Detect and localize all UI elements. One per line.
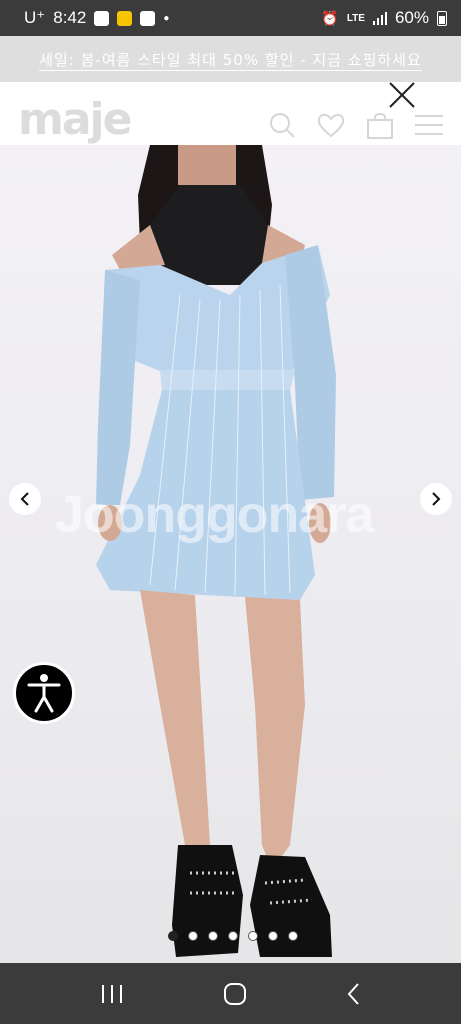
- product-image[interactable]: Joonggonara: [0, 145, 461, 963]
- promo-text[interactable]: 세일: 봄-여름 스타일 최대 50% 할인 - 지금 쇼핑하세요: [39, 49, 422, 70]
- pagination-dot[interactable]: [208, 931, 218, 941]
- clock: 8:42: [53, 8, 87, 27]
- signal-icon: [372, 12, 387, 25]
- home-icon[interactable]: [223, 982, 247, 1006]
- pagination-dot[interactable]: [268, 931, 278, 941]
- brand-logo[interactable]: maje: [18, 94, 132, 145]
- status-bar: U⁺ 8:42 ● ⏰ LTE 60%: [0, 0, 461, 36]
- network-type: LTE: [346, 12, 365, 24]
- carrier-label: U⁺: [24, 8, 46, 27]
- hamburger-menu-icon[interactable]: [415, 114, 443, 136]
- pagination-dot[interactable]: [288, 931, 298, 941]
- shopping-bag-icon[interactable]: [367, 111, 393, 139]
- message-notification-icon: [140, 10, 156, 26]
- previous-image-button[interactable]: [9, 483, 41, 515]
- accessibility-button[interactable]: [13, 662, 75, 724]
- model-illustration: [96, 145, 336, 957]
- pagination-dot[interactable]: [168, 931, 178, 941]
- pagination-dot[interactable]: [188, 931, 198, 941]
- chevron-left-icon: [20, 492, 29, 506]
- image-pagination: [168, 931, 298, 941]
- battery-percent: 60%: [394, 8, 429, 27]
- promo-banner[interactable]: 세일: 봄-여름 스타일 최대 50% 할인 - 지금 쇼핑하세요: [0, 36, 461, 82]
- close-icon[interactable]: [387, 80, 417, 110]
- back-icon[interactable]: [346, 982, 362, 1006]
- accessibility-icon: [27, 674, 61, 713]
- notification-dot-icon: ●: [163, 12, 170, 24]
- battery-icon: [437, 10, 447, 26]
- pagination-dot[interactable]: [228, 931, 238, 941]
- watermark-text: Joonggonara: [55, 486, 374, 544]
- heart-icon[interactable]: [317, 112, 345, 138]
- alarm-icon: ⏰: [321, 9, 339, 26]
- system-navigation-bar: [0, 963, 461, 1024]
- chevron-right-icon: [432, 492, 441, 506]
- app-notification-icon: [117, 10, 133, 26]
- next-image-button[interactable]: [420, 483, 452, 515]
- search-icon[interactable]: [269, 112, 295, 138]
- gallery-icon: [94, 10, 110, 26]
- pagination-dot[interactable]: [248, 931, 258, 941]
- recent-apps-icon[interactable]: [100, 983, 124, 1005]
